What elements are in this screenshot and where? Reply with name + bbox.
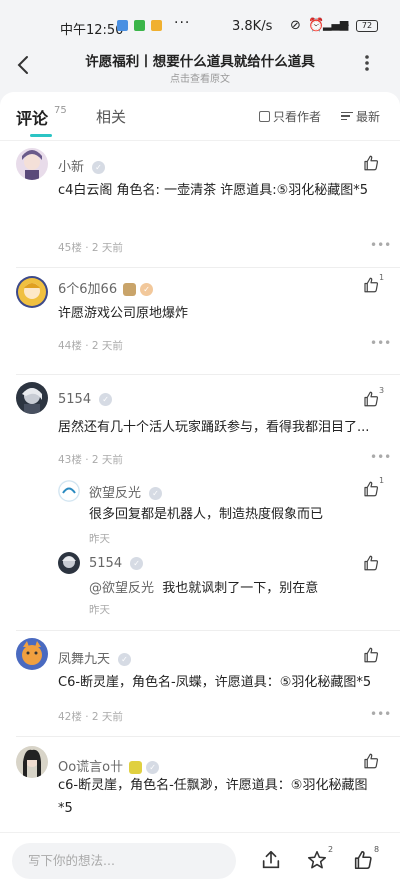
avatar[interactable] <box>16 638 48 670</box>
comment-username[interactable]: 6个6加66 ✓ <box>58 278 154 297</box>
divider <box>16 374 400 375</box>
reply-time: 昨天 <box>89 604 110 616</box>
level-badge-icon: ✓ <box>130 557 144 570</box>
only-author-toggle[interactable]: 只看作者 <box>259 108 321 125</box>
mute-icon: ⊘ <box>290 18 301 33</box>
level-badge-icon: ✓ <box>146 761 160 774</box>
comment-item: 6个6加66 ✓ 1 许愿游戏公司原地爆炸 44楼 · 2 天前 ••• <box>0 273 400 376</box>
like-count: 1 <box>379 273 385 282</box>
share-icon[interactable] <box>260 849 282 871</box>
active-tab-indicator <box>30 134 52 137</box>
comment-username[interactable]: Oo谎言o卄 ✓ <box>58 756 160 775</box>
avatar[interactable] <box>16 746 48 778</box>
comment-item: 5154 ✓ 3 居然还有几十个活人玩家踊跃参与，看得我都泪目了... 43楼 ·… <box>0 382 400 622</box>
tab-bar: 评论 75 相关 只看作者 最新 <box>0 92 400 141</box>
comment-username[interactable]: 凤舞九天 ✓ <box>58 648 132 667</box>
reply-username[interactable]: 5154 ✓ <box>89 556 144 571</box>
level-badge-icon: ✓ <box>118 653 132 666</box>
page-title[interactable]: 许愿福利丨想要什么道具就给什么道具 <box>60 50 340 70</box>
like-count: 1 <box>379 476 385 485</box>
app-notification-icon <box>117 20 128 31</box>
back-arrow-icon[interactable] <box>16 54 30 82</box>
comment-meta: 43楼 · 2 天前 <box>58 454 123 466</box>
app-header: 许愿福利丨想要什么道具就给什么道具 点击查看原文 <box>0 46 400 90</box>
comment-time: 2 天前 <box>91 242 123 254</box>
net-speed: 3.8K/s <box>232 19 273 34</box>
only-author-label: 只看作者 <box>273 110 322 124</box>
comment-meta: 42楼 · 2 天前 <box>58 711 123 723</box>
level-badge-icon: ✓ <box>140 283 154 296</box>
comment-floor: 45楼 <box>58 242 82 254</box>
thumb-up-icon[interactable] <box>362 554 382 574</box>
more-vertical-icon[interactable] <box>364 54 370 72</box>
level-badge-icon: ✓ <box>99 393 113 406</box>
avatar[interactable] <box>58 480 80 502</box>
comment-text: c6-断灵崖，角色名-任飘渺，许愿道具：⑤羽化秘藏图*5 <box>58 778 368 816</box>
wifi-icon: ◠ <box>339 18 350 32</box>
tab-related[interactable]: 相关 <box>96 106 126 127</box>
reply-text: @欲望反光 我也就讽刺了一下，别在意 <box>89 581 319 596</box>
ellipsis-icon[interactable]: ••• <box>370 238 391 252</box>
alarm-icon: ⏰ <box>308 18 325 33</box>
comment-item: 小新 ✓ c4白云阁 角色名: 一壶清茶 许愿道具:⑤羽化秘藏图*5 45楼 · … <box>0 148 400 268</box>
fan-badge-icon <box>123 283 137 296</box>
comment-text: c4白云阁 角色名: 一壶清茶 许愿道具:⑤羽化秘藏图*5 <box>58 183 369 198</box>
comment-text: 居然还有几十个活人玩家踊跃参与，看得我都泪目了... <box>58 420 370 435</box>
star-count: 2 <box>328 845 334 854</box>
comment-text: C6-断灵崖，角色名-凤蝶，许愿道具：⑤羽化秘藏图*5 <box>58 675 372 690</box>
avatar[interactable] <box>16 382 48 414</box>
thumb-up-icon[interactable] <box>362 752 382 772</box>
sort-latest-button[interactable]: 最新 <box>341 108 380 125</box>
status-more-dots: ··· <box>174 15 191 31</box>
like-count: 3 <box>379 386 385 395</box>
comment-username[interactable]: 5154 ✓ <box>58 392 113 407</box>
divider <box>16 630 400 631</box>
star-icon[interactable] <box>306 849 328 871</box>
reply-text: 很多回复都是机器人，制造热度假象而已 <box>89 507 324 522</box>
reply-time: 昨天 <box>89 533 110 545</box>
reply-username[interactable]: 欲望反光 ✓ <box>89 482 163 501</box>
divider <box>16 736 400 737</box>
checkbox-icon <box>259 111 270 122</box>
thumb-up-icon[interactable] <box>362 646 382 666</box>
avatar[interactable] <box>16 148 48 180</box>
status-bar: 中午12:50 ··· 3.8K/s ⊘ ⏰ ▂▄▆ ◠ 72 <box>0 0 400 46</box>
status-time: 中午12:50 <box>60 23 124 38</box>
view-original-link[interactable]: 点击查看原文 <box>60 70 340 85</box>
mention-link[interactable]: @欲望反光 <box>89 581 154 596</box>
bottom-bar: 写下你的想法... 2 8 <box>0 832 400 889</box>
ellipsis-icon[interactable]: ••• <box>370 336 391 350</box>
avatar[interactable] <box>16 276 48 308</box>
battery-icon: 72 <box>356 20 378 32</box>
divider <box>16 267 400 268</box>
level-badge-icon: ✓ <box>149 487 163 500</box>
comment-username[interactable]: 小新 ✓ <box>58 156 106 175</box>
comment-item: Oo谎言o卄 ✓ c6-断灵崖，角色名-任飘渺，许愿道具：⑤羽化秘藏图*5 <box>0 746 400 832</box>
ellipsis-icon[interactable]: ••• <box>370 450 391 464</box>
level-badge-icon: ✓ <box>92 161 106 174</box>
comment-meta: 44楼 · 2 天前 <box>58 340 123 352</box>
comment-text: 许愿游戏公司原地爆炸 <box>58 306 189 321</box>
fan-badge-icon <box>129 761 143 774</box>
thumb-up-icon[interactable] <box>352 849 374 871</box>
sort-icon <box>341 110 353 123</box>
comment-meta: 45楼 · 2 天前 <box>58 242 123 254</box>
sort-label: 最新 <box>356 110 381 124</box>
comment-input[interactable]: 写下你的想法... <box>12 843 236 879</box>
chat-notification-icon <box>134 20 145 31</box>
tab-comments-label: 评论 <box>16 109 49 128</box>
comment-item: 凤舞九天 ✓ C6-断灵崖，角色名-凤蝶，许愿道具：⑤羽化秘藏图*5 42楼 · … <box>0 638 400 738</box>
comment-count: 75 <box>54 105 67 116</box>
tab-comments[interactable]: 评论 75 <box>16 105 67 129</box>
ellipsis-icon[interactable]: ••• <box>370 707 391 721</box>
image-notification-icon <box>151 20 162 31</box>
avatar[interactable] <box>58 552 80 574</box>
comments-panel: 评论 75 相关 只看作者 最新 小新 ✓ c4白云阁 角色名: 一壶清茶 许愿道具… <box>0 92 400 832</box>
thumb-up-icon[interactable] <box>362 154 382 174</box>
like-count: 8 <box>374 845 380 854</box>
